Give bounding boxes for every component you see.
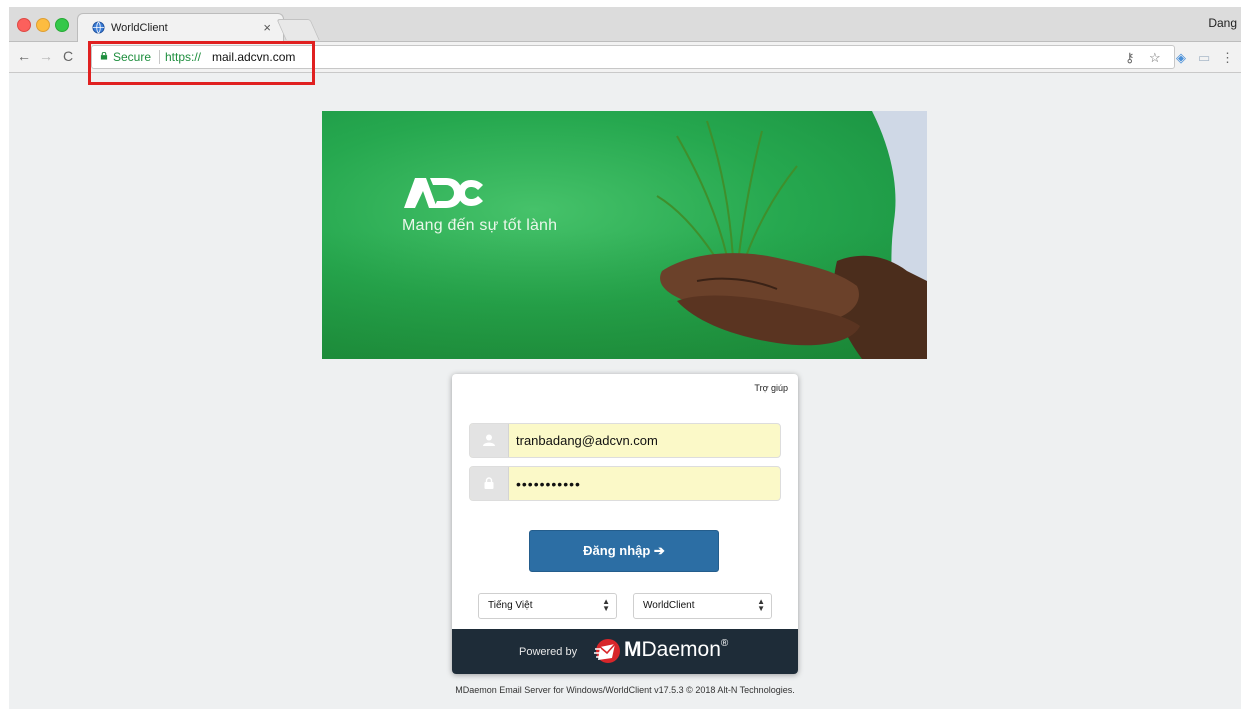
- select-arrows-icon: ▲ ▼: [757, 597, 765, 613]
- password-input[interactable]: [516, 467, 766, 500]
- back-arrow-icon[interactable]: ←: [17, 48, 31, 64]
- browser-tab[interactable]: WorldClient ×: [77, 13, 284, 42]
- copyright-text: MDaemon Email Server for Windows/WorldCl…: [455, 685, 795, 695]
- language-select-value: Tiếng Việt: [488, 600, 533, 611]
- menu-icon[interactable]: ⋮: [1221, 50, 1234, 66]
- tab-close-button[interactable]: ×: [263, 20, 271, 35]
- mdaemon-logo-icon: [594, 639, 620, 663]
- login-button[interactable]: Đăng nhập ➔: [529, 530, 719, 572]
- powered-by-bar: Powered by MDaemon®: [452, 629, 798, 674]
- hero-banner: Mang đến sự tốt lành: [322, 111, 927, 359]
- select-arrows-icon: ▲ ▼: [602, 597, 610, 613]
- client-select[interactable]: WorldClient ▲ ▼: [633, 593, 772, 619]
- powered-by-label: Powered by: [519, 646, 578, 658]
- user-icon: [483, 434, 495, 446]
- banner-tagline: Mang đến sự tốt lành: [402, 217, 558, 234]
- minimize-window-button[interactable]: [36, 18, 50, 32]
- tab-bar: WorldClient × Dang: [9, 7, 1241, 42]
- login-panel: Trợ giúp Đăng nhập ➔ Tiếng Việt ▲: [452, 374, 798, 674]
- username-input[interactable]: [516, 424, 766, 457]
- mdaemon-brand: MDaemon®: [624, 638, 728, 662]
- username-addon: [470, 424, 509, 457]
- address-highlight-box: [88, 41, 315, 85]
- farmer-hands-image: [656, 111, 927, 359]
- password-field[interactable]: [469, 466, 781, 501]
- mdaemon-brand-bold: M: [624, 638, 642, 661]
- reload-icon[interactable]: C: [63, 48, 73, 64]
- registered-mark: ®: [720, 638, 729, 649]
- maximize-window-button[interactable]: [55, 18, 69, 32]
- star-icon[interactable]: ☆: [1149, 50, 1161, 66]
- mdaemon-brand-rest: Daemon: [641, 638, 721, 661]
- browser-window: WorldClient × Dang ← → C Secure https://…: [9, 7, 1241, 709]
- password-addon: [470, 467, 509, 500]
- cast-icon[interactable]: ▭: [1198, 50, 1210, 66]
- extension-icon[interactable]: ◈: [1176, 50, 1186, 66]
- profile-name[interactable]: Dang: [1208, 16, 1237, 30]
- close-window-button[interactable]: [17, 18, 31, 32]
- key-icon[interactable]: ⚷: [1125, 50, 1135, 66]
- globe-icon: [92, 21, 105, 34]
- adc-logo: [404, 178, 483, 208]
- client-select-value: WorldClient: [643, 600, 695, 611]
- help-link[interactable]: Trợ giúp: [754, 383, 788, 393]
- forward-arrow-icon[interactable]: →: [39, 48, 53, 64]
- language-select[interactable]: Tiếng Việt ▲ ▼: [478, 593, 617, 619]
- tab-title: WorldClient: [111, 22, 168, 34]
- padlock-icon: [484, 477, 494, 489]
- username-field[interactable]: [469, 423, 781, 458]
